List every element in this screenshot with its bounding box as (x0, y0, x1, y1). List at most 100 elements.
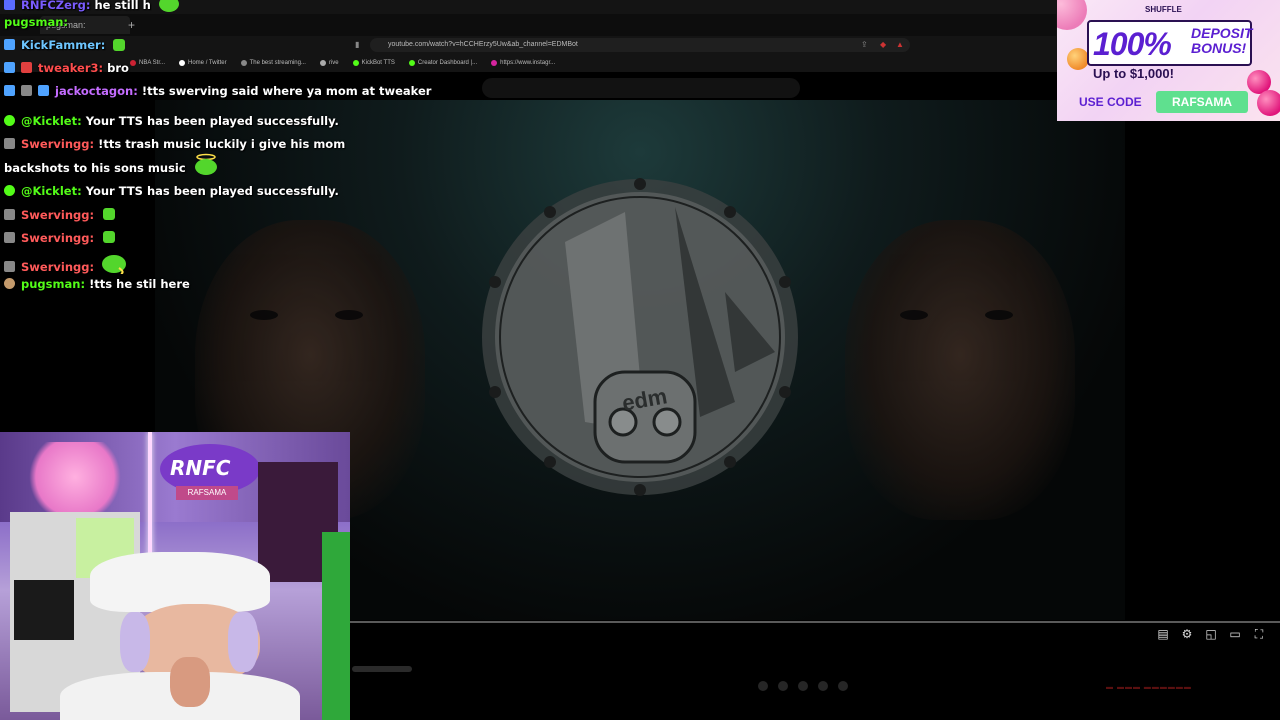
faded-channel-text: ▬ ▬▬▬ ▬▬▬▬▬▬ (1106, 684, 1192, 691)
decor-icon (1057, 0, 1087, 30)
share-icon[interactable]: ⇪ (861, 40, 868, 49)
avatar-badge-icon (4, 278, 15, 289)
bookmark-item[interactable]: The best streaming... (240, 57, 306, 69)
loading-dots (758, 681, 848, 691)
chat-text: Your TTS has been played successfully. (85, 184, 339, 198)
instagram-icon (491, 60, 498, 66)
bot-badge-icon (4, 115, 15, 126)
eye (250, 310, 278, 320)
ad-headline-box: 100% DEPOSIT BONUS! (1087, 20, 1252, 66)
badge-icon (4, 232, 15, 243)
chat-username: pugsman: (21, 277, 86, 291)
miniplayer-icon[interactable]: ◱ (1204, 627, 1218, 642)
chat-username: RNFCZerg: (21, 0, 91, 12)
chat-username: jackoctagon: (55, 84, 138, 98)
headset-right (228, 612, 258, 672)
kick-icon (408, 60, 415, 66)
x-icon (179, 60, 186, 66)
bookmark-item[interactable]: rive (319, 57, 339, 69)
ad-offer: Up to $1,000! (1093, 66, 1174, 81)
chat-message: RNFCZerg: he still h (4, 0, 180, 14)
chat-message: pugsman: (4, 14, 68, 31)
video-controls: ▤ ⚙ ◱ ▭ ⛶ (1156, 627, 1266, 642)
fullscreen-icon[interactable]: ⛶ (1252, 627, 1266, 642)
badge-icon (4, 85, 15, 96)
bookmark-label: KickBot TTS (361, 60, 395, 66)
edm-logo-icon: edm (482, 178, 798, 496)
chat-text: Your TTS has been played successfully. (85, 114, 339, 128)
green-cup-emote-icon (103, 231, 116, 243)
bookmark-label: Home / Twitter (188, 60, 227, 66)
bookmark-favicon (240, 60, 247, 66)
chat-message: @Kicklet: Your TTS has been played succe… (4, 113, 339, 130)
chat-message: tweaker3: bro (4, 60, 129, 77)
balloons (20, 442, 130, 512)
ad-promo-code: RAFSAMA (1156, 91, 1248, 113)
new-tab-button[interactable]: + (128, 18, 135, 32)
address-text: youtube.com/watch?v=hCCHErzy5Uw&ab_chann… (388, 41, 578, 48)
badge-icon (38, 85, 50, 96)
badge-icon (4, 209, 15, 220)
hand (170, 657, 210, 707)
green-cup-emote-icon (103, 208, 116, 220)
bookmark-item[interactable]: KickBot TTS (352, 57, 395, 69)
settings-icon[interactable]: ⚙ (1180, 627, 1194, 642)
bookmark-item[interactable]: Creator Dashboard |... (408, 57, 478, 69)
badge-icon (4, 0, 15, 10)
ad-headline: DEPOSIT BONUS! (1191, 25, 1253, 56)
speaker (14, 580, 74, 640)
green-screen (322, 532, 350, 720)
dot (798, 681, 808, 691)
robot-emote-icon (113, 39, 126, 51)
orange-icon (1067, 48, 1089, 70)
badge-icon (4, 62, 15, 73)
bookmark-favicon (130, 60, 136, 66)
chat-message: jackoctagon: !tts swerving said where ya… (4, 83, 431, 100)
chat-username: Swervingg: (21, 137, 95, 151)
sign-banner: RAFSAMA (176, 486, 238, 500)
bookmark-icon[interactable]: ▮ (355, 40, 359, 49)
tab-strip (0, 14, 1056, 36)
chat-message: Swervingg: !tts trash music luckily i gi… (4, 136, 382, 177)
video-progress-bar[interactable] (350, 621, 1280, 623)
theater-icon[interactable]: ▭ (1228, 627, 1242, 642)
bookmark-item[interactable]: NBA Str... (130, 57, 165, 69)
badge-icon (4, 138, 15, 149)
subtitles-icon[interactable]: ▤ (1156, 627, 1170, 642)
bookmark-label: rive (328, 60, 339, 66)
bookmark-label: https://www.instagr... (500, 60, 556, 66)
cherry-icon (1257, 90, 1280, 116)
eye (985, 310, 1013, 320)
eye (900, 310, 928, 320)
blob-emote-icon (102, 255, 127, 274)
chat-text: bro (107, 61, 129, 75)
kick-icon (352, 60, 359, 66)
chat-message: @Kicklet: Your TTS has been played succe… (4, 183, 339, 200)
chat-message: Swervingg: (4, 252, 127, 276)
chat-username: tweaker3: (38, 61, 104, 75)
badge-icon (21, 85, 33, 96)
address-bar[interactable]: youtube.com/watch?v=hCCHErzy5Uw&ab_chann… (370, 38, 910, 52)
ad-percent: 100% (1093, 26, 1172, 62)
bookmark-item[interactable]: https://www.instagr... (491, 57, 555, 69)
sponsor-ad[interactable]: SHUFFLE 100% DEPOSIT BONUS! Up to $1,000… (1057, 0, 1280, 121)
youtube-search-bar[interactable] (482, 78, 800, 98)
angel-blob-emote-icon (194, 153, 217, 175)
ad-use-code: USE CODE (1079, 95, 1142, 109)
ad-brand: SHUFFLE (1145, 5, 1182, 14)
bookmark-item[interactable]: Home / Twitter (179, 57, 227, 69)
green-blob-emote-icon (158, 0, 179, 12)
extension-icon[interactable]: ◆ (880, 40, 886, 49)
chat-username: pugsman: (4, 15, 69, 29)
extension-icon[interactable]: ▲ (896, 40, 904, 49)
chat-text: !tts he stil here (89, 277, 190, 291)
dot (778, 681, 788, 691)
chat-message: pugsman: !tts he stil here (4, 276, 190, 293)
bookmark-label: NBA Str... (139, 60, 166, 66)
chat-username: @Kicklet: (21, 114, 82, 128)
chat-username: KickFammer: (21, 38, 106, 52)
video-title-placeholder (352, 666, 412, 672)
chat-message: Swervingg: (4, 229, 117, 247)
bookmark-favicon (319, 60, 326, 66)
bookmark-label: Creator Dashboard |... (417, 60, 478, 66)
